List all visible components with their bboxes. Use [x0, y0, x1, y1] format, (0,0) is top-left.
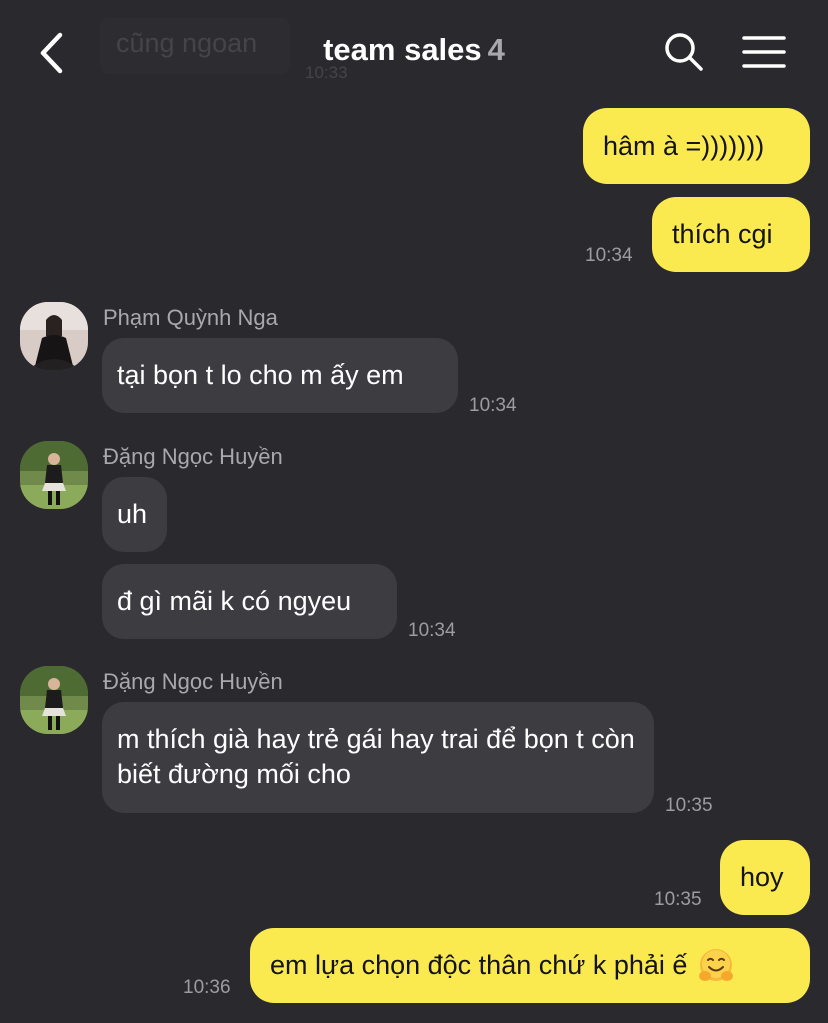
avatar[interactable] — [20, 302, 88, 370]
message-text: m thích già hay trẻ gái hay trai để bọn … — [117, 724, 635, 789]
avatar-photo — [20, 302, 88, 370]
avatar-photo — [20, 441, 88, 509]
message-text: uh — [117, 499, 148, 529]
avatar[interactable] — [20, 666, 88, 734]
member-count: 4 — [487, 32, 505, 67]
message-text: em lựa chọn độc thân chứ k phải ế — [270, 950, 688, 980]
message-time: 10:34 — [408, 620, 456, 641]
message-text: hoy — [740, 862, 784, 892]
sender-name: Đặng Ngọc Huyền — [103, 669, 283, 694]
hugging-face-emoji-icon — [699, 948, 734, 981]
menu-button[interactable] — [740, 34, 788, 72]
chat-header: cũng ngoan 10:33 team sales 4 — [0, 0, 828, 100]
message-text: thích cgi — [672, 219, 773, 249]
outgoing-message-bubble[interactable]: hoy — [720, 840, 810, 915]
message-time: 10:34 — [469, 395, 517, 416]
search-icon — [665, 33, 703, 71]
avatar[interactable] — [20, 441, 88, 509]
message-text: tại bọn t lo cho m ấy em — [117, 360, 404, 390]
incoming-message-bubble[interactable]: m thích già hay trẻ gái hay trai để bọn … — [102, 702, 654, 813]
sender-name: Phạm Quỳnh Nga — [103, 305, 278, 330]
incoming-message-bubble[interactable]: tại bọn t lo cho m ấy em — [102, 338, 458, 413]
incoming-message-bubble[interactable]: uh — [102, 477, 167, 552]
message-text: đ gì mãi k có ngyeu — [117, 586, 352, 616]
message-time: 10:35 — [665, 795, 713, 816]
avatar-photo — [20, 666, 88, 734]
sender-name: Đặng Ngọc Huyền — [103, 444, 283, 469]
group-name: team sales — [323, 32, 482, 67]
search-button[interactable] — [662, 30, 706, 74]
message-time: 10:36 — [183, 977, 231, 998]
hamburger-menu-icon — [742, 36, 786, 68]
message-time: 10:34 — [585, 245, 633, 266]
message-time: 10:35 — [654, 889, 702, 910]
message-text: hâm à =))))))) — [603, 130, 765, 161]
outgoing-message-bubble[interactable]: em lựa chọn độc thân chứ k phải ế — [250, 928, 810, 1003]
incoming-message-bubble[interactable]: đ gì mãi k có ngyeu — [102, 564, 397, 639]
outgoing-message-bubble[interactable]: hâm à =))))))) — [583, 108, 810, 184]
outgoing-message-bubble[interactable]: thích cgi — [652, 197, 810, 272]
